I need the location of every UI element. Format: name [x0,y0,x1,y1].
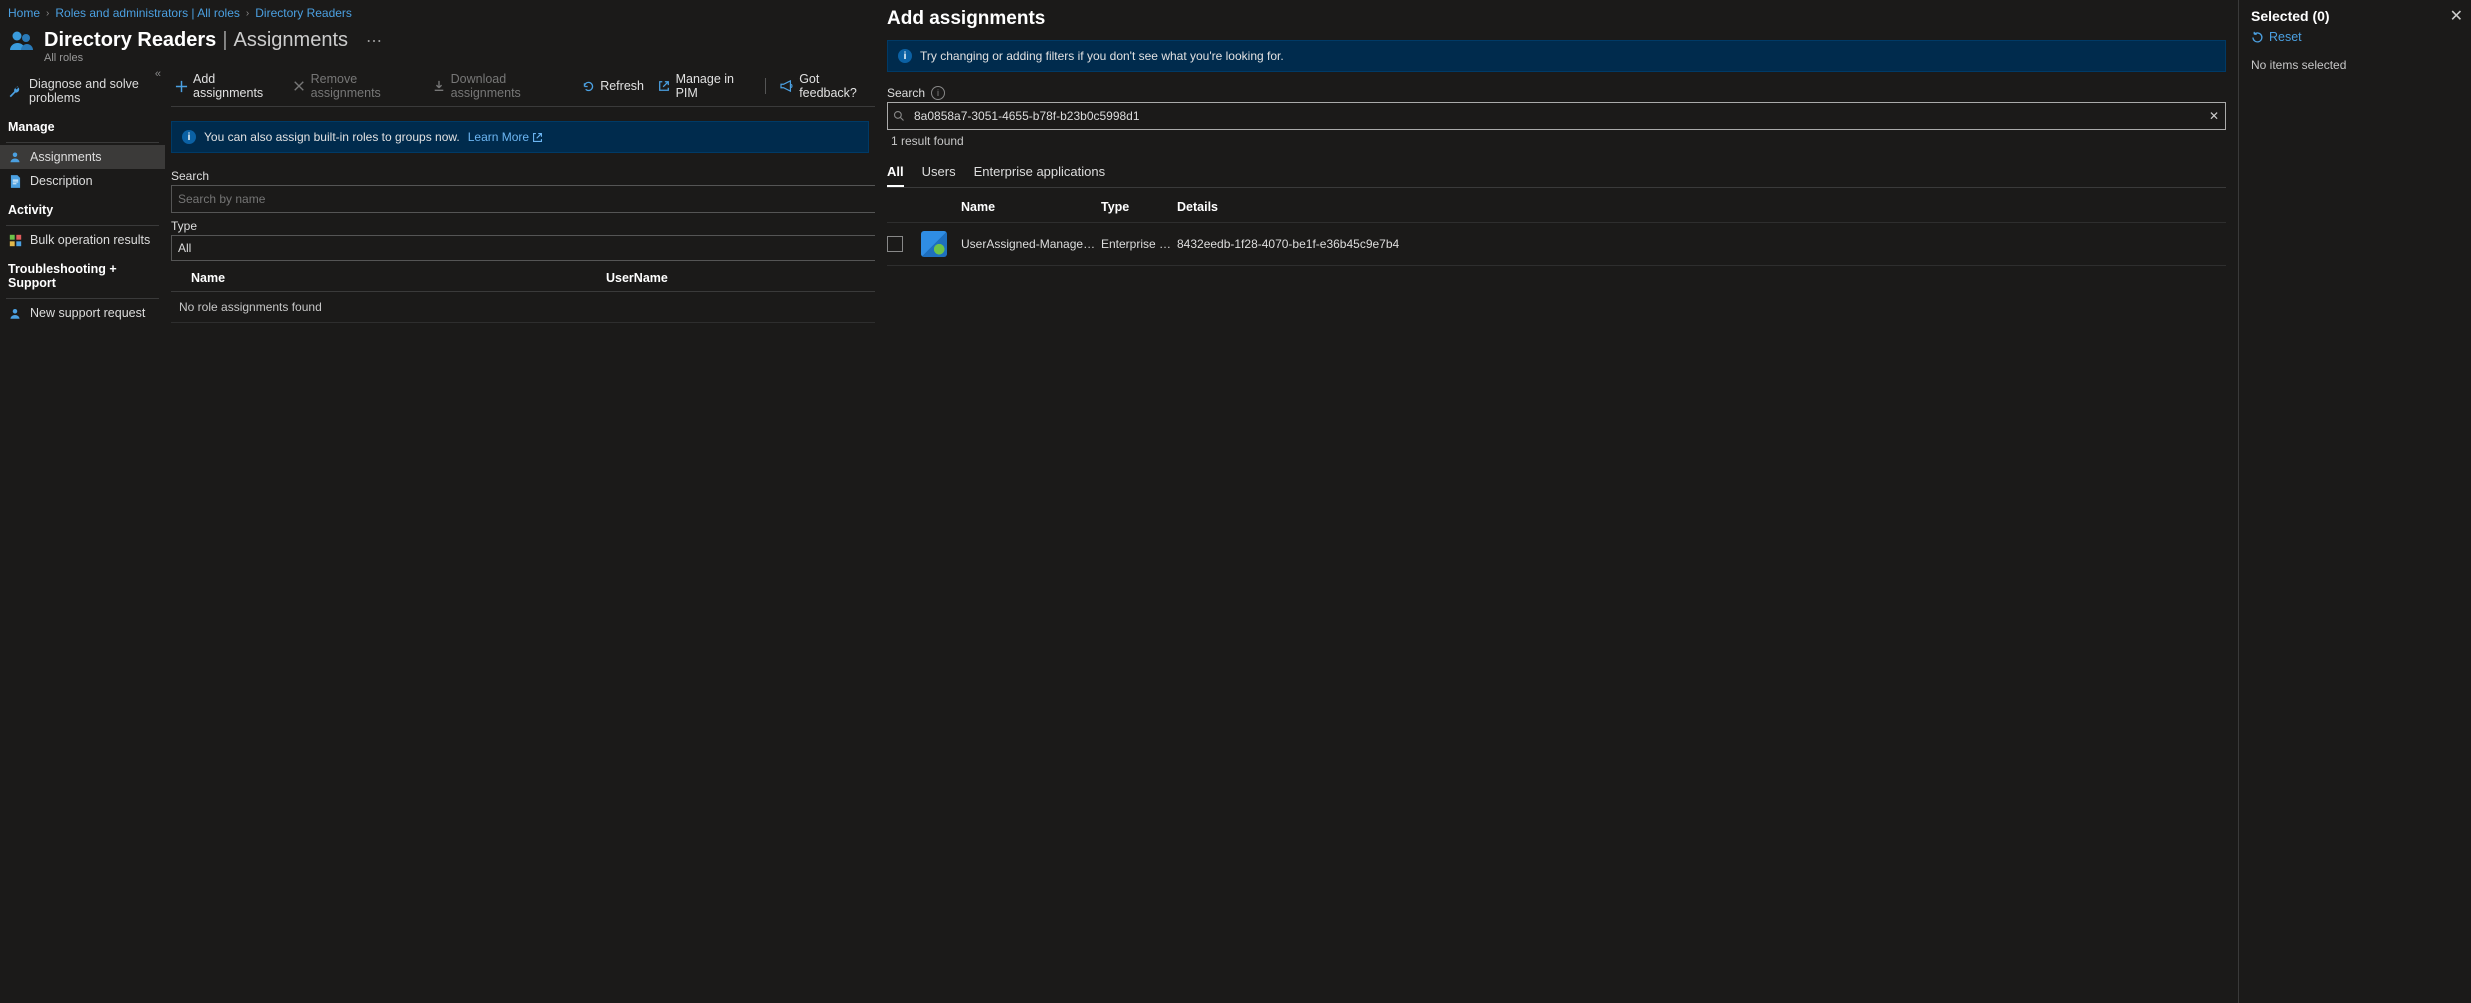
refresh-button[interactable]: Refresh [581,79,644,93]
nav-assignments[interactable]: Assignments [0,145,165,169]
chevron-right-icon: › [46,8,49,19]
remove-assignments-label: Remove assignments [311,72,419,100]
nav-description[interactable]: Description [0,169,165,193]
info-banner-text: You can also assign built-in roles to gr… [204,130,460,144]
row-type: Enterprise ap… [1101,237,1177,251]
got-feedback-button[interactable]: Got feedback? [780,72,871,100]
more-actions-button[interactable]: ⋯ [366,31,382,51]
command-bar: Add assignments Remove assignments Downl… [171,64,875,107]
breadcrumb-home[interactable]: Home [8,6,40,20]
add-assignments-button[interactable]: Add assignments [175,72,279,100]
col-name: Name [961,200,1101,214]
type-value: All [178,241,191,255]
x-icon [293,79,306,93]
blade-tip-text: Try changing or adding filters if you do… [920,49,1284,63]
type-dropdown[interactable]: All [171,235,883,261]
blade-search-input[interactable] [910,103,2203,129]
assignments-table-header: Name UserName [171,265,875,292]
chevron-right-icon: › [246,8,249,19]
page-subtitle: All roles [0,52,875,64]
person-icon [8,150,22,164]
nav-section-manage: Manage [0,110,165,138]
manage-in-pim-button[interactable]: Manage in PIM [658,72,751,100]
refresh-icon [581,79,595,93]
blade-title: Add assignments [887,8,1045,30]
info-banner: i You can also assign built-in roles to … [171,121,869,153]
support-person-icon [8,306,22,320]
selected-title: Selected (0) [2251,8,2461,24]
tab-users[interactable]: Users [922,158,956,187]
close-blade-button[interactable]: ✕ [2450,6,2463,26]
col-details: Details [1177,200,2226,214]
role-name: Directory Readers [44,29,216,52]
manage-in-pim-label: Manage in PIM [676,72,752,100]
breadcrumb-current[interactable]: Directory Readers [255,6,352,20]
nav-diagnose[interactable]: Diagnose and solve problems [0,72,165,110]
clear-search-button[interactable]: ✕ [2203,109,2225,123]
breadcrumb: Home › Roles and administrators | All ro… [0,0,875,22]
download-assignments-label: Download assignments [451,72,568,100]
nav-support-request[interactable]: New support request [0,301,165,325]
page-section: Assignments [234,29,349,52]
remove-assignments-button[interactable]: Remove assignments [293,72,419,100]
nav-diagnose-label: Diagnose and solve problems [29,77,157,105]
megaphone-icon [780,79,794,93]
search-icon [888,110,910,122]
row-checkbox[interactable] [887,236,903,252]
refresh-label: Refresh [600,79,644,93]
tab-all[interactable]: All [887,158,904,187]
nav-assignments-label: Assignments [30,150,102,164]
type-label: Type [171,219,875,233]
column-username[interactable]: UserName [606,271,875,285]
page-title: Directory Readers | Assignments ⋯ [44,29,382,52]
plus-icon [175,79,188,93]
search-by-name-input[interactable] [171,185,883,213]
breadcrumb-roles[interactable]: Roles and administrators | All roles [55,6,240,20]
search-label: Search [171,169,875,183]
collapse-nav-button[interactable]: « [155,68,161,80]
result-count: 1 result found [891,134,2226,148]
tab-enterprise-apps[interactable]: Enterprise applications [974,158,1106,187]
col-type: Type [1101,200,1177,214]
reset-label: Reset [2269,30,2302,44]
reset-button[interactable]: Reset [2251,30,2461,44]
nav-section-activity: Activity [0,193,165,221]
download-icon [433,79,446,93]
download-assignments-button[interactable]: Download assignments [433,72,567,100]
results-header: Name Type Details [887,188,2226,223]
nav-bulk-results[interactable]: Bulk operation results [0,228,165,252]
no-items-selected: No items selected [2251,58,2461,72]
got-feedback-label: Got feedback? [799,72,871,100]
nav-support-label: New support request [30,306,145,320]
row-details: 8432eedb-1f28-4070-be1f-e36b45c9e7b4 [1177,237,2226,251]
role-group-icon [8,26,36,54]
blade-search-label: Search [887,86,925,100]
puzzle-icon [8,233,22,247]
enterprise-app-icon [921,231,947,257]
info-icon: i [182,130,196,144]
external-link-icon [658,79,671,93]
row-name: UserAssigned-ManagedIdentity [961,237,1101,251]
result-tabs: All Users Enterprise applications [887,158,2226,188]
blade-tip-banner: i Try changing or adding filters if you … [887,40,2226,72]
learn-more-link[interactable]: Learn More [468,130,543,144]
reset-icon [2251,31,2264,44]
info-icon[interactable]: i [931,86,945,100]
document-icon [8,174,22,188]
add-assignments-label: Add assignments [193,72,279,100]
no-assignments-message: No role assignments found [171,292,875,323]
nav-bulk-label: Bulk operation results [30,233,150,247]
wrench-icon [8,84,21,98]
column-name[interactable]: Name [191,271,606,285]
blade-search-row: ✕ [887,102,2226,130]
nav-description-label: Description [30,174,93,188]
result-row[interactable]: UserAssigned-ManagedIdentity Enterprise … [887,223,2226,266]
info-icon: i [898,49,912,63]
nav-section-troubleshoot: Troubleshooting + Support [0,252,165,294]
